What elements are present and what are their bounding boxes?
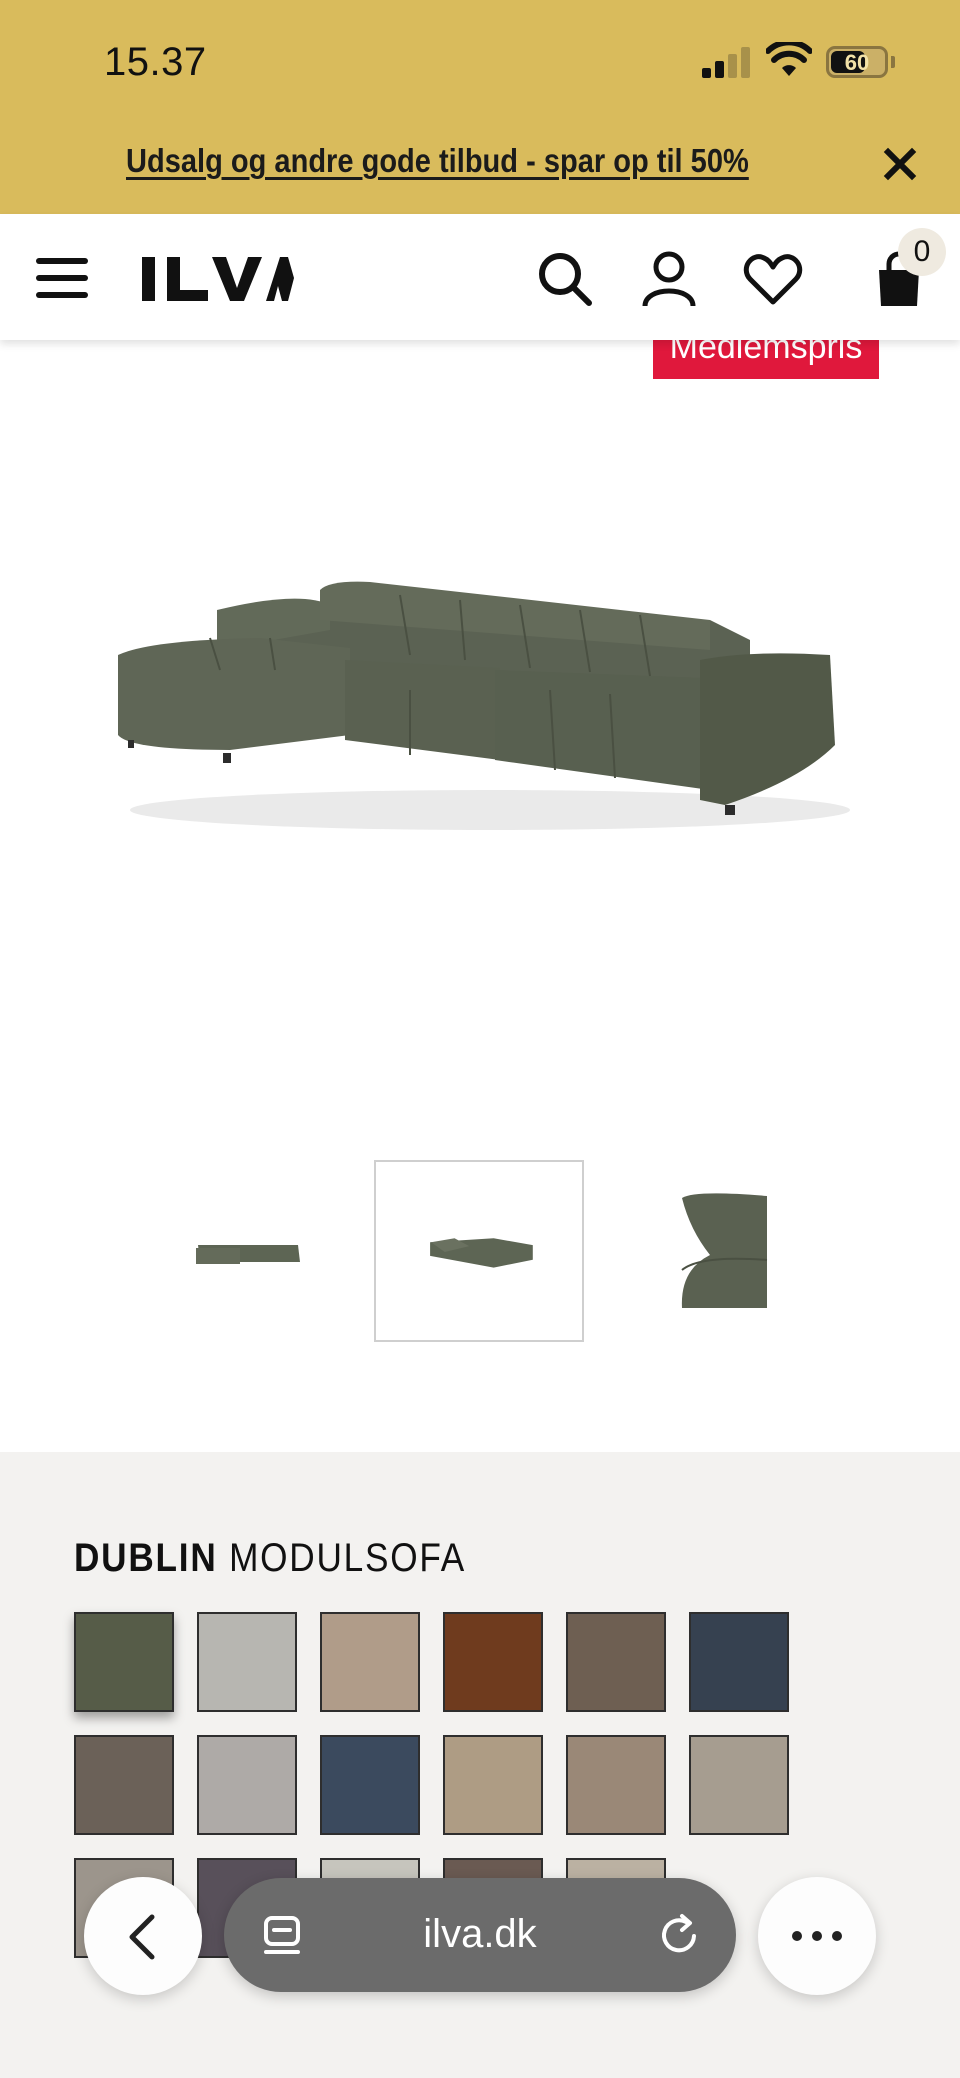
color-swatch[interactable]	[320, 1612, 420, 1712]
ilva-logo[interactable]	[142, 254, 294, 304]
more-button[interactable]	[758, 1877, 876, 1995]
color-swatch[interactable]	[689, 1612, 789, 1712]
color-swatch[interactable]	[197, 1735, 297, 1835]
thumbnail-3[interactable]	[600, 1160, 810, 1342]
more-icon	[792, 1931, 842, 1941]
promo-link[interactable]: Udsalg og andre gode tilbud - spar op ti…	[126, 142, 749, 180]
signal-icon	[702, 46, 750, 78]
color-swatch[interactable]	[566, 1612, 666, 1712]
menu-icon[interactable]	[36, 258, 88, 300]
top-band: 15.37 60 Udsalg og andre gode tilbud - s…	[0, 0, 960, 214]
color-swatch[interactable]	[74, 1612, 174, 1712]
status-time: 15.37	[104, 40, 207, 84]
color-swatch[interactable]	[320, 1735, 420, 1835]
reload-icon[interactable]	[656, 1912, 702, 1958]
address-bar[interactable]: ilva.dk	[224, 1878, 736, 1992]
color-swatch[interactable]	[74, 1735, 174, 1835]
chevron-left-icon	[129, 1914, 155, 1960]
battery-level: 60	[844, 50, 870, 75]
cart-count-badge: 0	[898, 228, 946, 276]
product-image[interactable]	[110, 560, 850, 860]
account-icon[interactable]	[638, 248, 700, 310]
color-swatch[interactable]	[443, 1612, 543, 1712]
color-swatch[interactable]	[566, 1735, 666, 1835]
heart-icon[interactable]	[742, 248, 804, 310]
color-swatch[interactable]	[197, 1612, 297, 1712]
color-swatch[interactable]	[689, 1735, 789, 1835]
product-page: 15.37 60 Udsalg og andre gode tilbud - s…	[0, 0, 960, 2078]
site-header	[0, 214, 960, 340]
search-icon[interactable]	[534, 248, 596, 310]
thumbnail-2[interactable]	[374, 1160, 584, 1342]
close-icon[interactable]	[876, 140, 924, 188]
product-title: DUBLIN MODULSOFA	[74, 1536, 466, 1580]
battery-icon: 60	[826, 46, 888, 78]
back-button[interactable]	[84, 1877, 202, 1995]
wifi-icon	[766, 42, 812, 76]
color-swatch[interactable]	[443, 1735, 543, 1835]
thumbnail-1[interactable]	[148, 1160, 358, 1342]
